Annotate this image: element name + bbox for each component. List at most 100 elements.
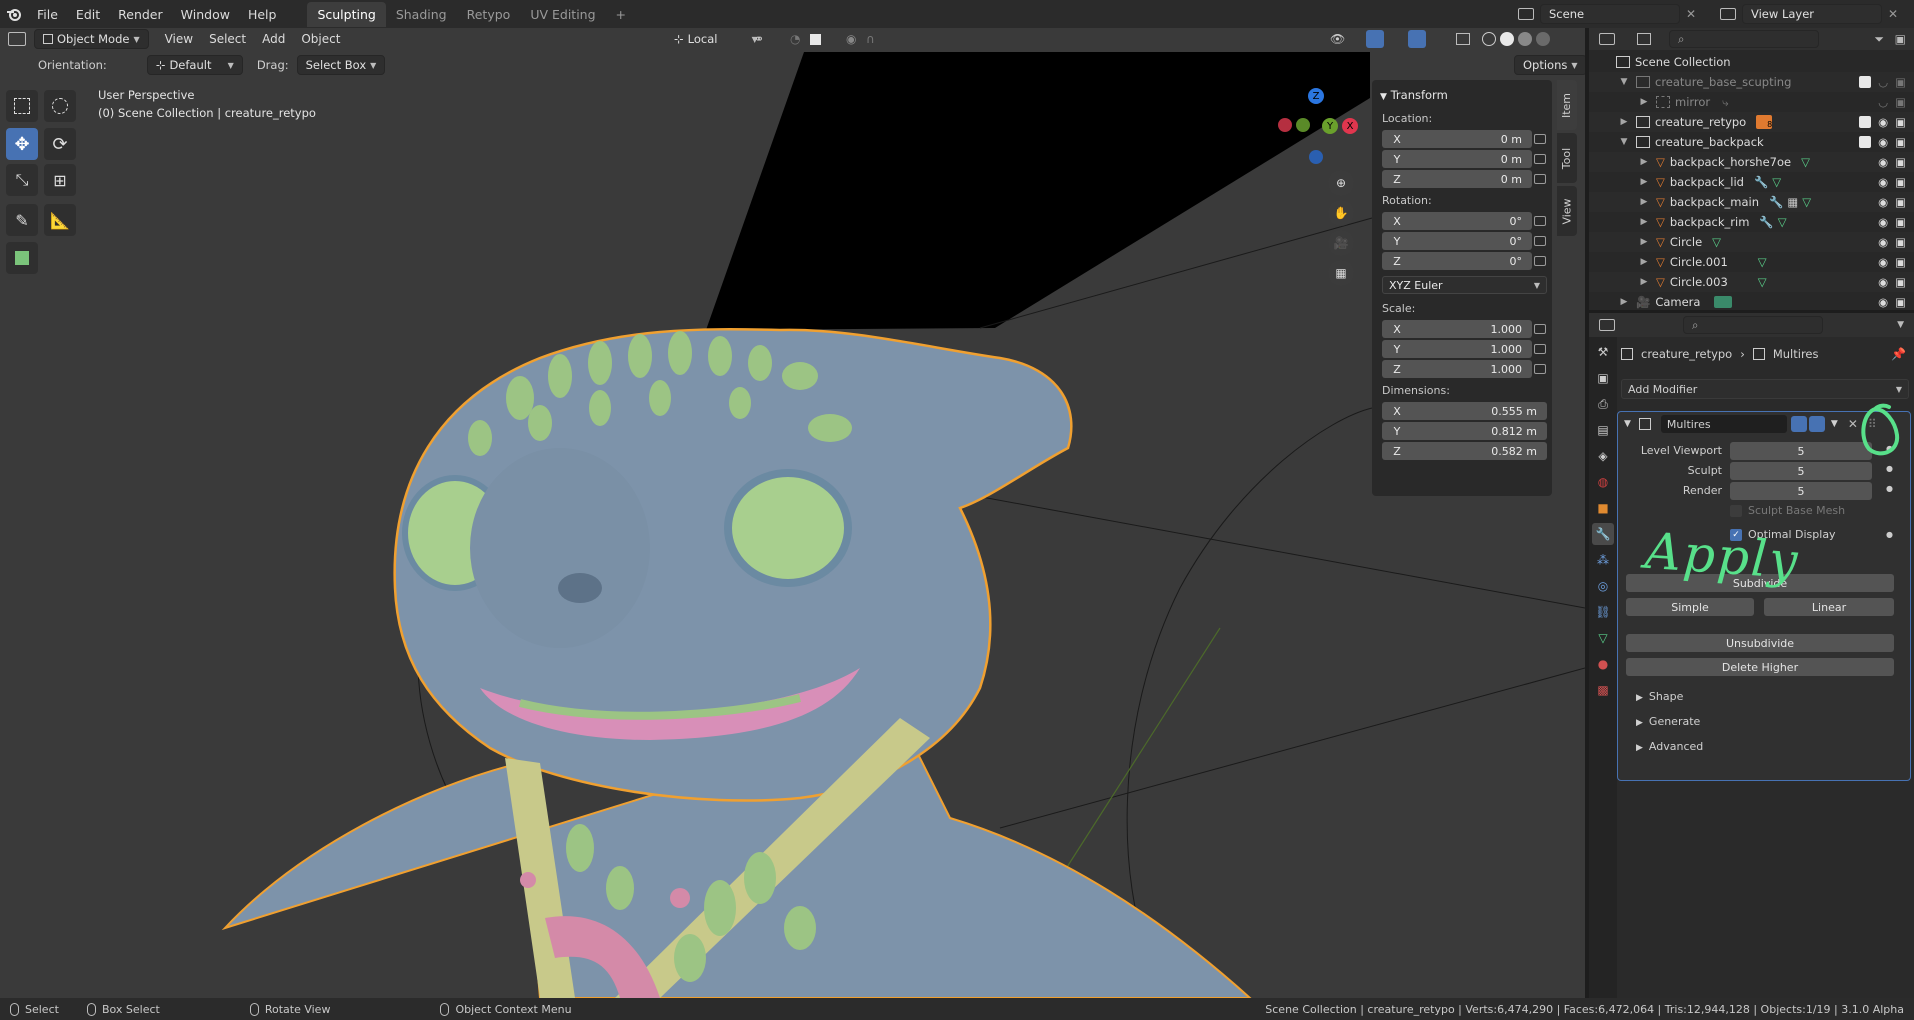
zoom-button[interactable]: ⊕ (1328, 170, 1354, 196)
outliner-row-backpack-horshe7oe[interactable]: ▶ ▽ backpack_horshe7oe ▽ ◉ ▣ (1589, 152, 1914, 172)
chevron-down-icon[interactable]: ▼ (1624, 419, 1631, 429)
viewport-menu-object[interactable]: Object (293, 32, 348, 46)
chevron-right-icon[interactable]: ▶ (1637, 197, 1651, 207)
sculpt-base-mesh-checkbox[interactable]: Sculpt Base Mesh (1730, 504, 1845, 517)
outliner-row-circle-001[interactable]: ▶ ▽ Circle.001 ▽ ◉ ▣ (1589, 252, 1914, 272)
material-shading-icon[interactable] (1518, 32, 1532, 46)
viewport-menu-view[interactable]: View (157, 32, 201, 46)
camera-icon[interactable]: ▣ (1895, 295, 1906, 309)
viewport-menu-select[interactable]: Select (201, 32, 254, 46)
render-display-icon[interactable] (1808, 416, 1825, 432)
outliner-row-backpack-main[interactable]: ▶ ▽ backpack_main 🔧 ▦ ▽ ◉ ▣ (1589, 192, 1914, 212)
location-y-field[interactable]: Y 0 m (1382, 150, 1532, 168)
physics-tab[interactable]: ◎ (1592, 575, 1614, 597)
rotate-tool[interactable]: ⟳ (44, 128, 76, 160)
chevron-right-icon[interactable]: ▶ (1637, 277, 1651, 287)
modifier-tab[interactable]: 🔧 (1592, 523, 1614, 545)
drag-dropdown[interactable]: Select Box ▼ (296, 55, 386, 75)
eye-icon[interactable]: ◉ (1878, 175, 1888, 189)
gizmo-neg-z[interactable] (1309, 150, 1323, 164)
menu-edit[interactable]: Edit (67, 7, 109, 22)
camera-icon[interactable]: ▣ (1895, 75, 1906, 89)
filter-icon[interactable]: ⏷ (1874, 32, 1884, 47)
menu-file[interactable]: File (28, 7, 67, 22)
menu-window[interactable]: Window (172, 7, 239, 22)
outliner-row-backpack-lid[interactable]: ▶ ▽ backpack_lid 🔧 ▽ ◉ ▣ (1589, 172, 1914, 192)
outliner-row-creature-base[interactable]: ▼ creature_base_scupting ◡ ▣ (1589, 72, 1914, 92)
view-layer-selector[interactable]: View Layer (1742, 4, 1882, 24)
chevron-right-icon[interactable]: ▶ (1637, 237, 1651, 247)
output-tab[interactable]: ⎙ (1592, 393, 1614, 415)
pin-icon[interactable]: 📌 (1891, 347, 1906, 361)
chevron-right-icon[interactable]: ▶ (1617, 297, 1631, 307)
chevron-right-icon[interactable]: ▶ (1637, 97, 1651, 107)
constraints-tab[interactable]: ⛓ (1592, 601, 1614, 623)
world-tab[interactable]: ◍ (1592, 471, 1614, 493)
outliner-row-backpack-rim[interactable]: ▶ ▽ backpack_rim 🔧 ▽ ◉ ▣ (1589, 212, 1914, 232)
orientation-dropdown[interactable]: ⊹ Default ▼ (146, 55, 243, 75)
advanced-subpanel[interactable]: ▶ Advanced (1636, 740, 1703, 753)
outliner-row-creature-backpack[interactable]: ▼ creature_backpack ◉ ▣ (1589, 132, 1914, 152)
dimensions-x-field[interactable]: X 0.555 m (1382, 402, 1547, 420)
chevron-down-icon[interactable]: ▼ (1617, 137, 1631, 147)
gizmo-y-axis[interactable]: Y (1322, 118, 1338, 134)
workspace-tab-retypo[interactable]: Retypo (457, 2, 521, 27)
camera-icon[interactable]: ▣ (1895, 275, 1906, 289)
generate-subpanel[interactable]: ▶ Generate (1636, 715, 1700, 728)
workspace-tab-sculpting[interactable]: Sculpting (307, 1, 386, 27)
unsubdivide-button[interactable]: Unsubdivide (1626, 634, 1894, 652)
keyframe-dot-icon[interactable]: ● (1886, 464, 1893, 473)
lock-icon[interactable] (1534, 174, 1546, 184)
overlay-toggle-icon[interactable] (1408, 30, 1426, 48)
keyframe-dot-icon[interactable]: ● (1886, 530, 1893, 539)
eye-icon[interactable]: ◉ (1878, 195, 1888, 209)
transform-orientation-selector[interactable]: ⊹ Local ▼ (666, 30, 766, 48)
eye-icon[interactable]: ◉ (1878, 215, 1888, 229)
outliner-row-creature-retypo[interactable]: ▶ creature_retypo 8 ◉ ▣ (1589, 112, 1914, 132)
outliner-row-circle-003[interactable]: ▶ ▽ Circle.003 ▽ ◉ ▣ (1589, 272, 1914, 292)
eye-icon[interactable]: ◉ (1878, 155, 1888, 169)
solid-shading-icon[interactable] (1500, 32, 1514, 46)
level-viewport-field[interactable]: 5 (1730, 442, 1872, 460)
scale-tool[interactable]: ⤡ (6, 164, 38, 196)
visibility-icon[interactable]: 👁 (1330, 32, 1345, 46)
lock-icon[interactable] (1534, 344, 1546, 354)
outliner-row-scene-collection[interactable]: Scene Collection (1589, 52, 1914, 72)
move-tool[interactable]: ✥ (6, 128, 38, 160)
object-tab[interactable]: ■ (1592, 497, 1614, 519)
eye-hidden-icon[interactable]: ◡ (1878, 95, 1888, 109)
camera-icon[interactable]: ▣ (1895, 255, 1906, 269)
eye-icon[interactable]: ◉ (1878, 295, 1888, 309)
delete-higher-button[interactable]: Delete Higher (1626, 658, 1894, 676)
rotation-z-field[interactable]: Z 0° (1382, 252, 1532, 270)
wireframe-shading-icon[interactable] (1482, 32, 1496, 46)
outliner-search-input[interactable]: ⌕ (1669, 30, 1819, 48)
lock-icon[interactable] (1534, 154, 1546, 164)
snap-icon[interactable]: ◔ (790, 32, 800, 46)
scene-tab[interactable]: ◈ (1592, 445, 1614, 467)
lock-icon[interactable] (1534, 256, 1546, 266)
camera-icon[interactable]: ▣ (1895, 175, 1906, 189)
chevron-right-icon[interactable]: ▶ (1637, 177, 1651, 187)
camera-icon[interactable]: ▣ (1895, 95, 1906, 109)
chevron-down-icon[interactable]: ▼ (1617, 77, 1631, 87)
modifier-name-field[interactable]: Multires (1660, 415, 1787, 433)
eye-icon[interactable]: ◉ (1878, 235, 1888, 249)
gizmo-x-axis[interactable]: X (1342, 118, 1358, 134)
lock-icon[interactable] (1534, 324, 1546, 334)
measure-tool[interactable]: 📐 (44, 204, 76, 236)
exclude-checkbox[interactable] (1859, 116, 1872, 128)
viewport-menu-add[interactable]: Add (254, 32, 293, 46)
cursor-tool[interactable] (44, 90, 76, 122)
dimensions-z-field[interactable]: Z 0.582 m (1382, 442, 1547, 460)
eye-icon[interactable]: ◉ (1878, 135, 1888, 149)
editor-type-icon[interactable] (1599, 319, 1615, 331)
eye-hidden-icon[interactable]: ◡ (1878, 75, 1888, 89)
rotation-mode-dropdown[interactable]: XYZ Euler ▼ (1382, 276, 1547, 294)
display-mode-icon[interactable] (1637, 33, 1651, 45)
rendered-shading-icon[interactable] (1536, 32, 1550, 46)
modifier-menu-chevron-icon[interactable]: ▼ (1831, 419, 1838, 429)
chevron-right-icon[interactable]: ▶ (1637, 257, 1651, 267)
outliner-row-camera[interactable]: ▶ 🎥 Camera ◉ ▣ (1589, 292, 1914, 312)
chevron-down-icon[interactable]: ▼ (1897, 320, 1904, 330)
